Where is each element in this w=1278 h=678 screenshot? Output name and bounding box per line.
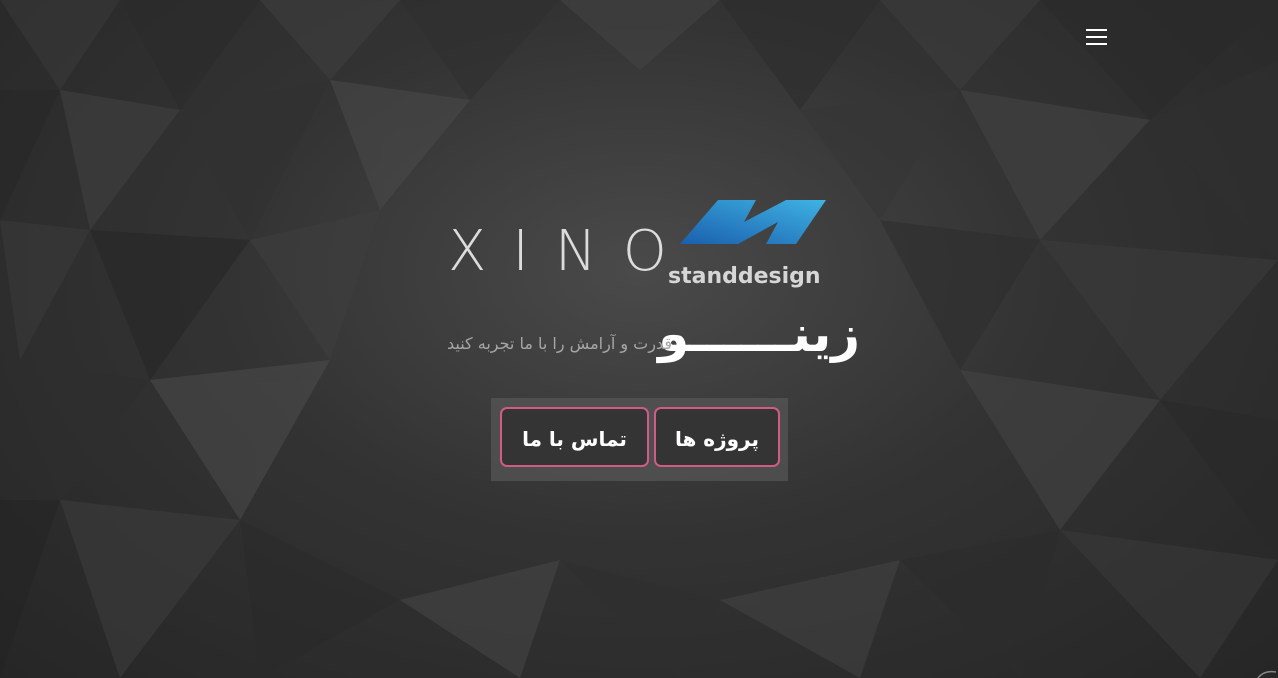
corner-arc-icon bbox=[1257, 670, 1277, 678]
xino-logo: XINO standdesign bbox=[440, 188, 850, 298]
hero-section: XINO standdesign زینــــــو قدرت و آرامش… bbox=[0, 0, 1278, 678]
hero-button-group: تماس با ما پروژه ها bbox=[491, 398, 788, 481]
brand-title: زینــــــو bbox=[658, 305, 860, 363]
xino-wave-logo-mark bbox=[680, 200, 826, 244]
hamburger-menu-icon[interactable] bbox=[1082, 26, 1112, 50]
logo-subtitle: standdesign bbox=[668, 264, 821, 289]
projects-button[interactable]: پروژه ها bbox=[654, 407, 780, 467]
contact-us-button[interactable]: تماس با ما bbox=[500, 407, 649, 467]
tagline: قدرت و آرامش را با ما تجربه کنید bbox=[446, 334, 672, 353]
logo-wordmark: XINO bbox=[448, 219, 693, 284]
